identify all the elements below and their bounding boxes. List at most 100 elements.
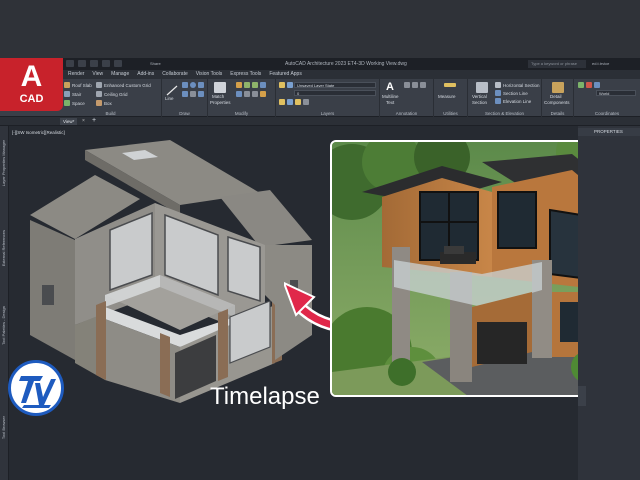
space-icon bbox=[64, 100, 70, 106]
search-input[interactable]: Type a keyword or phrase bbox=[528, 60, 586, 68]
properties-header[interactable]: PROPERTIES bbox=[578, 128, 640, 136]
layer-lock-icon[interactable] bbox=[295, 99, 301, 105]
ceiling-grid-icon bbox=[96, 91, 102, 97]
copy-icon[interactable] bbox=[244, 82, 250, 88]
ceiling-grid-button[interactable]: Ceiling Grid bbox=[96, 91, 128, 97]
components-label[interactable]: Components bbox=[544, 100, 570, 105]
elevation-line-button[interactable]: Elevation Line bbox=[495, 98, 531, 104]
mirror-icon[interactable] bbox=[236, 91, 242, 97]
house-3d-model[interactable] bbox=[20, 135, 320, 405]
circle-icon[interactable] bbox=[190, 82, 196, 88]
ribbon-tab-manage[interactable]: Manage bbox=[111, 71, 129, 77]
palette-tool-browser[interactable]: Tool Browser bbox=[1, 416, 6, 439]
panel-title-coordinates: Coordinates bbox=[594, 111, 620, 116]
text-label[interactable]: Text bbox=[386, 100, 394, 105]
panel-details: Detail Components Details bbox=[542, 79, 574, 117]
undo-icon[interactable] bbox=[102, 60, 110, 67]
properties-label[interactable]: Properties bbox=[210, 100, 231, 105]
rectangle-icon[interactable] bbox=[182, 91, 188, 97]
measure-icon[interactable] bbox=[444, 83, 456, 87]
layer-isolate-icon[interactable] bbox=[279, 99, 285, 105]
panel-title-details: Details bbox=[550, 111, 565, 116]
file-tab[interactable]: View* bbox=[60, 118, 78, 125]
ribbon-tab-render[interactable]: Render bbox=[68, 71, 84, 77]
ucs-origin-icon[interactable] bbox=[586, 82, 592, 88]
save-icon[interactable] bbox=[90, 60, 98, 67]
box-button[interactable]: Box bbox=[96, 100, 112, 106]
file-tab-bar: View* × + bbox=[0, 117, 640, 126]
fillet-icon[interactable] bbox=[244, 91, 250, 97]
space-button[interactable]: Space bbox=[64, 100, 85, 106]
rotate-icon[interactable] bbox=[260, 82, 266, 88]
multiline-label[interactable]: Multiline bbox=[382, 94, 399, 99]
vertical-label[interactable]: Vertical bbox=[472, 94, 487, 99]
section-line-button[interactable]: Section Line bbox=[495, 90, 528, 96]
autocad-logo: A CAD bbox=[0, 58, 63, 111]
user-account[interactable]: ed.t.trvice bbox=[592, 61, 609, 66]
open-icon[interactable] bbox=[78, 60, 86, 67]
ribbon-tab-collaborate[interactable]: Collaborate bbox=[162, 71, 188, 77]
layer-properties-icon[interactable] bbox=[279, 82, 285, 88]
stair-button[interactable]: Stair bbox=[64, 91, 81, 97]
arc-icon[interactable] bbox=[198, 82, 204, 88]
share-button[interactable]: Share bbox=[150, 61, 161, 66]
ribbon-tab-express-tools[interactable]: Express Tools bbox=[230, 71, 261, 77]
match-label[interactable]: Match bbox=[212, 94, 224, 99]
measure-label[interactable]: Measure bbox=[438, 94, 456, 99]
new-tab-button[interactable]: + bbox=[92, 117, 96, 124]
ucs-view-icon[interactable] bbox=[594, 82, 600, 88]
stretch-icon[interactable] bbox=[252, 82, 258, 88]
dimension-icon[interactable] bbox=[404, 82, 410, 88]
line-icon[interactable] bbox=[166, 83, 178, 96]
detail-label[interactable]: Detail bbox=[550, 94, 562, 99]
ribbon-tab-vision-tools[interactable]: Vision Tools bbox=[196, 71, 223, 77]
enhanced-custom-grid-button[interactable]: Enhanced Custom Grid bbox=[96, 82, 151, 88]
palette-external-references[interactable]: External References bbox=[1, 230, 6, 266]
grid-icon bbox=[96, 82, 102, 88]
spline-icon[interactable] bbox=[198, 91, 204, 97]
section-label[interactable]: Section bbox=[472, 100, 487, 105]
polyline-icon[interactable] bbox=[182, 82, 188, 88]
logo-product: CAD bbox=[19, 93, 44, 105]
multiline-text-icon[interactable]: A bbox=[386, 82, 398, 93]
ucs-dropdown[interactable]: World bbox=[596, 90, 636, 96]
layer-match-icon[interactable] bbox=[303, 99, 309, 105]
stair-icon bbox=[64, 91, 70, 97]
move-icon[interactable] bbox=[236, 82, 242, 88]
properties-side-tab[interactable] bbox=[578, 386, 586, 406]
redo-icon[interactable] bbox=[114, 60, 122, 67]
layer-freeze-icon[interactable] bbox=[287, 99, 293, 105]
layer-off-icon[interactable] bbox=[287, 82, 293, 88]
top-background bbox=[0, 0, 640, 58]
stone-pillar-2 bbox=[160, 333, 170, 397]
ribbon-tab-featured-apps[interactable]: Featured Apps bbox=[269, 71, 302, 77]
close-icon[interactable]: × bbox=[82, 118, 85, 124]
stone-pillar-1 bbox=[96, 301, 106, 380]
left-small-window bbox=[42, 285, 54, 305]
table-icon[interactable] bbox=[420, 82, 426, 88]
match-properties-icon[interactable] bbox=[214, 82, 226, 93]
hatch-icon[interactable] bbox=[190, 91, 196, 97]
vertical-section-icon[interactable] bbox=[476, 82, 488, 93]
palette-layer-properties[interactable]: Layer Properties Manager bbox=[1, 140, 6, 186]
layer-tools-2 bbox=[279, 99, 309, 105]
leader-icon[interactable] bbox=[412, 82, 418, 88]
roof-slab-button[interactable]: Roof Slab bbox=[64, 82, 92, 88]
ucs-icon[interactable] bbox=[578, 82, 584, 88]
logo-letter: A bbox=[20, 60, 43, 93]
trim-icon[interactable] bbox=[252, 91, 258, 97]
window-title: AutoCAD Architecture 2023 ET4-3D Working… bbox=[285, 61, 407, 67]
stone-pillar-3 bbox=[218, 309, 228, 381]
ribbon-tab-add-ins[interactable]: Add-ins bbox=[137, 71, 154, 77]
horizontal-section-button[interactable]: Horizontal Section bbox=[495, 82, 540, 88]
layer-state-dropdown[interactable]: Unsaved Layer State bbox=[294, 82, 376, 88]
scale-icon[interactable] bbox=[260, 91, 266, 97]
detail-components-icon[interactable] bbox=[552, 82, 564, 93]
line-button-label[interactable]: Line bbox=[165, 96, 174, 101]
layer-dropdown[interactable]: 0 bbox=[294, 90, 376, 96]
horizontal-section-icon bbox=[495, 82, 501, 88]
layer-tools bbox=[279, 82, 293, 88]
ribbon-tab-view[interactable]: View bbox=[92, 71, 103, 77]
palette-tool-palettes[interactable]: Tool Palettes - Design bbox=[1, 306, 6, 345]
new-icon[interactable] bbox=[66, 60, 74, 67]
